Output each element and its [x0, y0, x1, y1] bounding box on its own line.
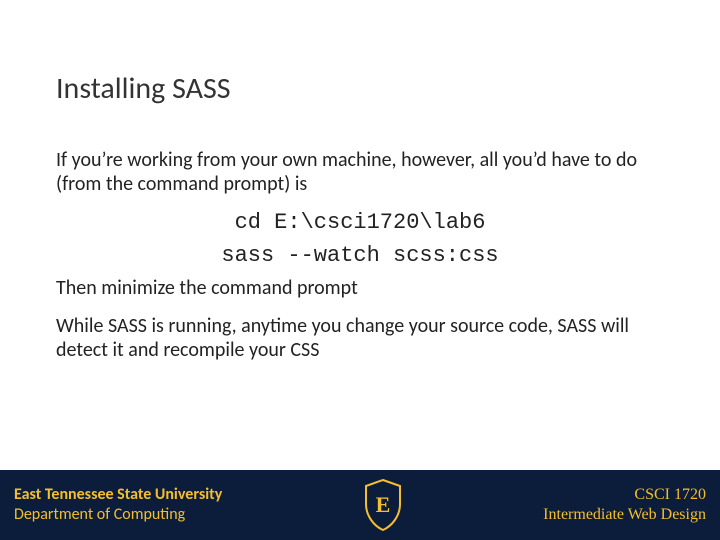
etsu-logo-icon: E — [360, 478, 406, 532]
slide-title: Installing SASS — [56, 70, 231, 107]
paragraph-recompile: While SASS is running, anytime you chang… — [56, 314, 664, 362]
paragraph-minimize: Then minimize the command prompt — [56, 276, 664, 300]
footer-right: CSCI 1720 Intermediate Web Design — [543, 485, 706, 525]
logo-letter: E — [375, 492, 390, 517]
footer-left-line2: Department of Computing — [14, 505, 222, 525]
footer-right-line2: Intermediate Web Design — [543, 505, 706, 525]
slide-footer: East Tennessee State University Departme… — [0, 470, 720, 540]
slide: Installing SASS If you’re working from y… — [0, 0, 720, 540]
slide-body: If you’re working from your own machine,… — [56, 148, 664, 376]
footer-inner: East Tennessee State University Departme… — [0, 470, 720, 540]
footer-right-line1: CSCI 1720 — [543, 485, 706, 505]
code-line-cd: cd E:\csci1720\lab6 — [56, 210, 664, 235]
code-line-sass: sass --watch scss:css — [56, 243, 664, 268]
footer-left-line1: East Tennessee State University — [14, 485, 222, 505]
paragraph-intro: If you’re working from your own machine,… — [56, 148, 664, 196]
footer-left: East Tennessee State University Departme… — [14, 485, 222, 525]
